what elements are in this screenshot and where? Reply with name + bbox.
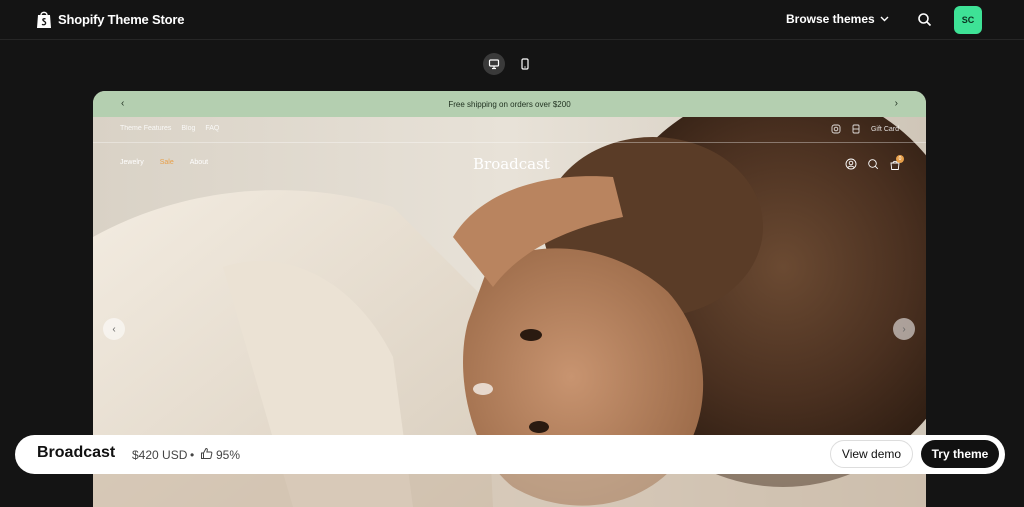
browse-themes-menu[interactable]: Browse themes xyxy=(786,12,889,26)
mobile-icon xyxy=(521,58,529,70)
cart-button[interactable]: 0 xyxy=(889,155,904,176)
browse-themes-label: Browse themes xyxy=(786,12,875,26)
desktop-icon xyxy=(488,59,500,70)
chevron-down-icon xyxy=(880,16,889,22)
store-brand-logo[interactable]: Broadcast xyxy=(473,155,550,173)
announcement-bar: ‹ Free shipping on orders over $200 › xyxy=(93,91,926,117)
instagram-icon[interactable] xyxy=(831,124,841,134)
theme-price: $420 USD xyxy=(132,448,188,462)
store-link-gift-card[interactable]: Gift Card xyxy=(871,126,899,133)
store-header-icons: 0 xyxy=(845,155,904,176)
chevron-left-icon: ‹ xyxy=(112,323,116,335)
gift-card-icon xyxy=(852,124,860,134)
store-utility-nav: Theme Features Blog FAQ xyxy=(120,125,219,132)
slide-prev-button[interactable]: ‹ xyxy=(103,318,125,340)
account-icon[interactable] xyxy=(845,158,857,170)
theme-action-bar: Broadcast $420 USD • 95% View demo Try t… xyxy=(15,435,1005,474)
store-main-nav: Jewelry Sale About xyxy=(120,159,208,166)
slide-next-button[interactable]: › xyxy=(893,318,915,340)
thumbs-up-icon xyxy=(201,447,213,459)
store-link-theme-features[interactable]: Theme Features xyxy=(120,125,171,132)
chevron-right-icon: › xyxy=(902,323,906,335)
theme-name: Broadcast xyxy=(37,444,116,461)
top-nav: Shopify Theme Store Browse themes SC xyxy=(0,0,1024,40)
store-link-about[interactable]: About xyxy=(190,159,208,166)
store-utility-right: Gift Card xyxy=(831,124,899,134)
store-link-faq[interactable]: FAQ xyxy=(205,125,219,132)
try-theme-button[interactable]: Try theme xyxy=(921,440,999,468)
separator-dot: • xyxy=(190,448,195,462)
logo-text: Shopify Theme Store xyxy=(58,12,185,27)
mobile-view-toggle[interactable] xyxy=(514,53,536,75)
shopify-bag-icon xyxy=(37,11,51,28)
store-link-jewelry[interactable]: Jewelry xyxy=(120,159,144,166)
desktop-view-toggle[interactable] xyxy=(483,53,505,75)
announcement-next-icon[interactable]: › xyxy=(895,98,898,109)
store-nav-divider xyxy=(93,142,926,143)
search-icon[interactable] xyxy=(867,158,879,170)
announcement-text: Free shipping on orders over $200 xyxy=(448,99,571,109)
announcement-prev-icon[interactable]: ‹ xyxy=(121,98,124,109)
shopify-logo[interactable]: Shopify Theme Store xyxy=(36,10,184,29)
theme-rating: 95% xyxy=(216,448,241,462)
view-demo-button[interactable]: View demo xyxy=(830,440,913,468)
cart-count-badge: 0 xyxy=(896,155,904,163)
avatar[interactable]: SC xyxy=(954,6,982,34)
search-icon[interactable] xyxy=(916,11,934,29)
store-link-blog[interactable]: Blog xyxy=(181,125,195,132)
store-link-sale[interactable]: Sale xyxy=(160,159,174,166)
